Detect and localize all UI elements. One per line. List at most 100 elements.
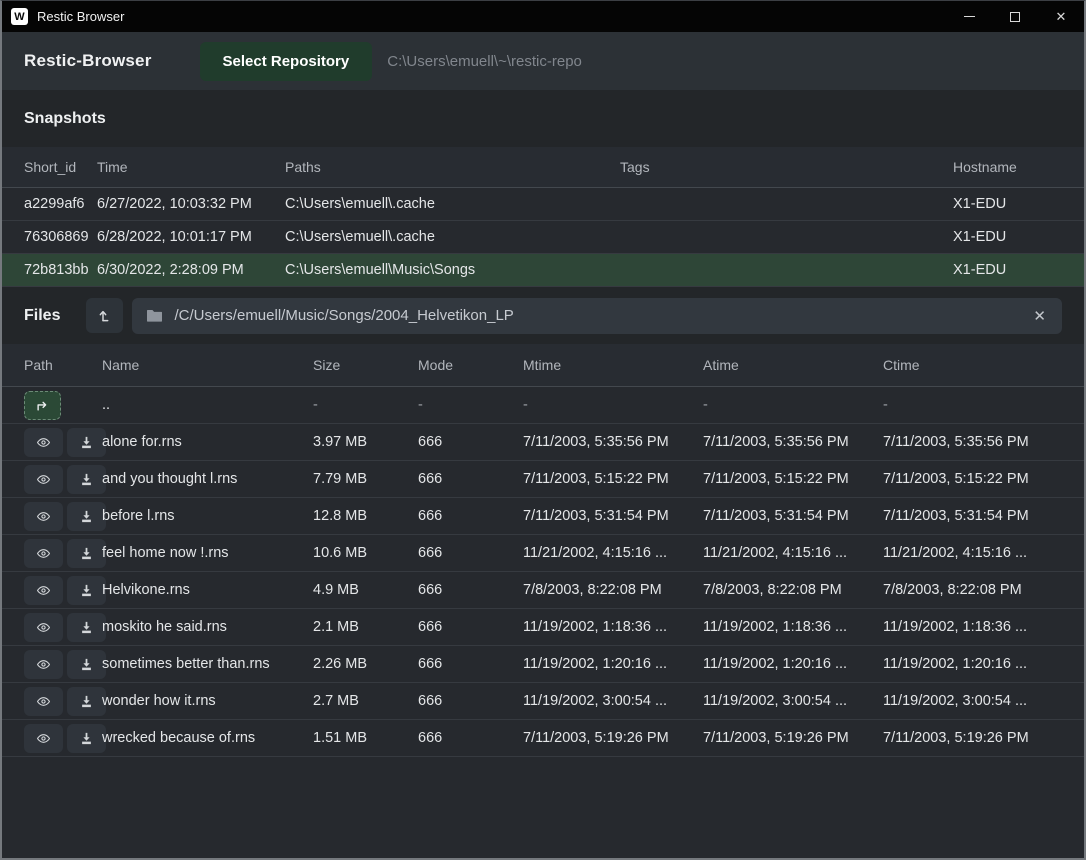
preview-file-button[interactable] [24,687,63,716]
snapshot-short-id: 72b813bb [2,262,97,278]
files-table-body: ..-----alone for.rns3.97 MB6667/11/2003,… [2,387,1084,757]
eye-icon [35,584,52,597]
preview-file-button[interactable] [24,502,63,531]
file-name: and you thought l.rns [102,471,313,487]
snapshots-section-header: Snapshots [2,90,1084,147]
download-file-button[interactable] [67,650,106,679]
snapshot-row[interactable]: 72b813bb6/30/2022, 2:28:09 PMC:\Users\em… [2,254,1084,287]
file-atime: 7/11/2003, 5:15:22 PM [703,471,883,487]
app-heading: Restic-Browser [24,51,152,71]
preview-file-button[interactable] [24,724,63,753]
file-actions [2,465,102,494]
file-row[interactable]: wrecked because of.rns1.51 MB6667/11/200… [2,720,1084,757]
file-actions [2,724,102,753]
file-row[interactable]: sometimes better than.rns2.26 MB66611/19… [2,646,1084,683]
files-section-header: Files /C/Users/emuell/Music/Songs/2004_H… [2,287,1084,344]
file-row[interactable]: Helvikone.rns4.9 MB6667/8/2003, 8:22:08 … [2,572,1084,609]
file-row[interactable]: and you thought l.rns7.79 MB6667/11/2003… [2,461,1084,498]
preview-file-button[interactable] [24,576,63,605]
file-atime: - [703,397,883,413]
preview-file-button[interactable] [24,613,63,642]
files-title: Files [24,307,60,325]
column-hostname: Hostname [953,159,1084,175]
select-repository-button[interactable]: Select Repository [200,42,373,81]
file-row[interactable]: before l.rns12.8 MB666 7/11/2003, 5:31:54… [2,498,1084,535]
download-file-button[interactable] [67,687,106,716]
snapshots-title: Snapshots [24,110,106,128]
file-mtime: 7/11/2003, 5:19:26 PM [523,730,703,746]
file-name: Helvikone.rns [102,582,313,598]
file-size: 10.6 MB [313,545,418,561]
close-icon: ✕ [1056,10,1067,23]
snapshot-paths: C:\Users\emuell\.cache [285,196,620,212]
preview-file-button[interactable] [24,650,63,679]
current-path-input[interactable]: /C/Users/emuell/Music/Songs/2004_Helveti… [132,298,1062,334]
download-file-button[interactable] [67,724,106,753]
file-actions [2,576,102,605]
file-mtime: 11/21/2002, 4:15:16 ... [523,545,703,561]
download-file-button[interactable] [67,465,106,494]
eye-icon [35,658,52,671]
file-size: 7.79 MB [313,471,418,487]
file-atime: 11/19/2002, 1:20:16 ... [703,656,883,672]
titlebar: W Restic Browser ✕ [2,1,1084,32]
file-size: 12.8 MB [313,508,418,524]
download-file-button[interactable] [67,613,106,642]
file-atime: 7/11/2003, 5:19:26 PM [703,730,883,746]
parent-directory-row[interactable]: ..----- [2,387,1084,424]
file-name: feel home now !.rns [102,545,313,561]
file-size: 4.9 MB [313,582,418,598]
download-icon [79,509,94,524]
snapshot-hostname: X1-EDU [953,196,1084,212]
file-name: moskito he said.rns [102,619,313,635]
file-row[interactable]: wonder how it.rns2.7 MB66611/19/2002, 3:… [2,683,1084,720]
preview-file-button[interactable] [24,428,63,457]
file-name: before l.rns [102,508,313,524]
file-mode: 666 [418,730,523,746]
file-atime: 11/19/2002, 3:00:54 ... [703,693,883,709]
file-atime: 11/19/2002, 1:18:36 ... [703,619,883,635]
file-name: alone for.rns [102,434,313,450]
file-mode: 666 [418,545,523,561]
window-title: Restic Browser [37,9,124,24]
eye-icon [35,436,52,449]
download-file-button[interactable] [67,502,106,531]
snapshot-short-id: 76306869 [2,229,97,245]
column-short-id: Short_id [2,159,97,175]
download-icon [79,546,94,561]
column-time: Time [97,159,285,175]
file-row[interactable]: feel home now !.rns10.6 MB66611/21/2002,… [2,535,1084,572]
close-button[interactable]: ✕ [1038,1,1084,32]
file-size: 2.1 MB [313,619,418,635]
file-actions [2,650,102,679]
clear-path-button[interactable]: ✕ [1031,307,1048,325]
file-name: sometimes better than.rns [102,656,313,672]
snapshot-row[interactable]: a2299af66/27/2022, 10:03:32 PMC:\Users\e… [2,188,1084,221]
download-icon [79,583,94,598]
file-mtime: 11/19/2002, 1:18:36 ... [523,619,703,635]
preview-file-button[interactable] [24,539,63,568]
file-row[interactable]: alone for.rns3.97 MB6667/11/2003, 5:35:5… [2,424,1084,461]
snapshots-table-header: Short_id Time Paths Tags Hostname [2,147,1084,188]
file-ctime: 7/11/2003, 5:15:22 PM [883,471,1084,487]
download-file-button[interactable] [67,539,106,568]
maximize-button[interactable] [992,1,1038,32]
dump-snapshot-button[interactable] [86,298,123,333]
download-file-button[interactable] [67,576,106,605]
download-file-button[interactable] [67,428,106,457]
file-ctime: 7/11/2003, 5:31:54 PM [883,508,1084,524]
column-path: Path [2,357,102,373]
snapshot-row[interactable]: 763068696/28/2022, 10:01:17 PMC:\Users\e… [2,221,1084,254]
eye-icon [35,510,52,523]
file-size: 2.26 MB [313,656,418,672]
file-mtime: 11/19/2002, 1:20:16 ... [523,656,703,672]
folder-icon [146,308,163,323]
minimize-button[interactable] [946,1,992,32]
column-atime: Atime [703,357,883,373]
snapshot-time: 6/30/2022, 2:28:09 PM [97,262,285,278]
preview-file-button[interactable] [24,465,63,494]
file-ctime: 11/19/2002, 1:18:36 ... [883,619,1084,635]
go-parent-directory-button[interactable] [24,391,61,420]
file-mode: 666 [418,508,523,524]
file-row[interactable]: moskito he said.rns2.1 MB66611/19/2002, … [2,609,1084,646]
